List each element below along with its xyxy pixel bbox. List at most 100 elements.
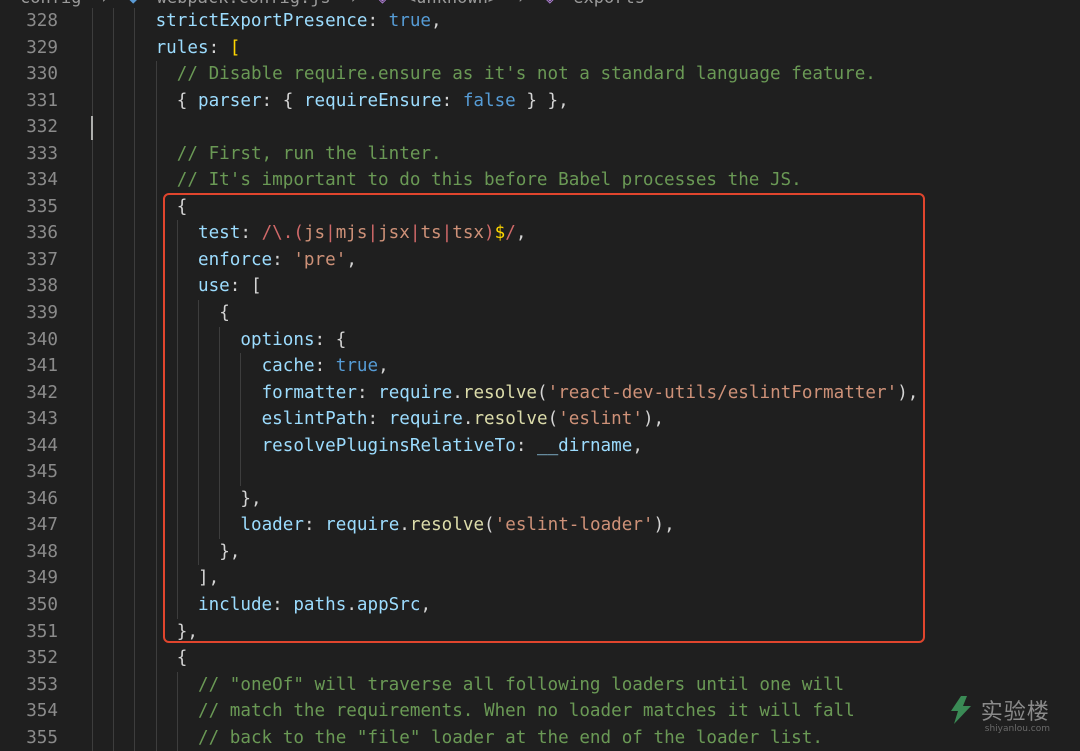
indent-guide [134, 220, 136, 247]
indent-guide [113, 671, 115, 699]
code-text: // match the requirements. When no loade… [198, 698, 855, 725]
code-line[interactable]: 331 { parser: { requireEnsure: false } }, [0, 87, 1080, 115]
indent-guide [92, 87, 93, 115]
indent-guide [134, 485, 136, 513]
indent-guide [113, 167, 115, 194]
watermark-url: shiyanlou.com [984, 724, 1050, 734]
breadcrumb-item-exports[interactable]: exports [573, 0, 645, 8]
indent-guide [134, 592, 136, 619]
indent-guide [113, 724, 115, 751]
indent-guide [92, 724, 93, 751]
indent-guide [113, 326, 115, 354]
indent-guide [134, 379, 136, 407]
breadcrumb-item-file[interactable]: webpack.config.js [157, 0, 331, 8]
indent-guide [155, 246, 157, 274]
code-line[interactable]: 328 strictExportPresence: true, [0, 8, 1080, 35]
indent-guide [176, 671, 178, 699]
indent-guide [155, 379, 157, 407]
code-line[interactable]: 354 // match the requirements. When no lo… [0, 698, 1080, 725]
indent-guide [134, 353, 136, 380]
line-number: 333 [26, 143, 58, 164]
indent-guide [155, 724, 157, 751]
indent-guide [155, 140, 157, 168]
code-token: // Disable require.ensure as it's not a … [176, 64, 876, 85]
code-line[interactable]: 334 // It's important to do this before B… [0, 167, 1080, 194]
indent-guide [155, 698, 157, 725]
indent-guide [92, 167, 93, 194]
line-number: 329 [26, 37, 58, 58]
breadcrumb-item-unknown[interactable]: <unknown> [406, 0, 498, 8]
code-token: // "oneOf" will traverse all following l… [198, 674, 845, 695]
breadcrumb-item-config[interactable]: config [20, 0, 81, 8]
code-token: [ [229, 37, 241, 58]
indent-guide [113, 432, 115, 460]
js-file-icon: ◆ [128, 0, 138, 8]
indent-guide [92, 246, 93, 274]
code-token: : [441, 90, 463, 111]
indent-guide [134, 565, 136, 593]
watermark-brand: 实验楼 [980, 700, 1050, 725]
indent-guide [113, 300, 115, 327]
code-line[interactable]: 333 // First, run the linter. [0, 140, 1080, 168]
code-token: false [462, 90, 516, 111]
indent-guide [92, 273, 93, 301]
code-line[interactable]: 330 // Disable require.ensure as it's not… [0, 61, 1080, 88]
indent-guide [155, 592, 157, 619]
indent-guide [113, 353, 115, 380]
line-number: 340 [26, 329, 58, 350]
indent-guide [113, 459, 115, 486]
code-token: // It's important to do this before Babe… [176, 170, 802, 191]
code-line[interactable]: 355 // back to the "file" loader at the e… [0, 724, 1080, 751]
code-token: // back to the "file" loader at the end … [198, 727, 823, 748]
indent-guide [134, 538, 136, 566]
indent-guide [92, 406, 93, 433]
indent-guide [134, 406, 136, 433]
indent-guide [113, 273, 115, 301]
indent-guide [134, 193, 136, 221]
code-token: { [176, 648, 188, 669]
watermark: 实验楼 shiyanlou.com [947, 694, 1050, 734]
indent-guide [134, 512, 136, 539]
symbol-icon: ◈ [377, 0, 387, 8]
code-line[interactable]: 332 [0, 114, 1080, 141]
indent-guide [113, 246, 115, 274]
indent-guide [155, 114, 157, 141]
code-line[interactable]: 352 { [0, 645, 1080, 672]
indent-guide [134, 87, 136, 115]
line-number: 336 [26, 223, 58, 244]
code-token: parser [197, 90, 262, 111]
line-number: 349 [26, 568, 58, 589]
line-number: 338 [26, 276, 58, 297]
indent-guide [155, 220, 157, 247]
code-line[interactable]: 329 rules: [ [0, 34, 1080, 62]
code-text: strictExportPresence: true, [156, 8, 442, 35]
indent-guide [134, 724, 136, 751]
code-token: rules [155, 37, 209, 58]
line-number: 354 [26, 701, 58, 722]
indent-guide [155, 406, 157, 433]
line-number: 334 [26, 170, 58, 191]
indent-guide [92, 220, 93, 247]
indent-guide [113, 379, 115, 407]
indent-guide [113, 592, 115, 619]
indent-guide [113, 698, 115, 725]
indent-guide [92, 61, 93, 88]
indent-guide [92, 459, 93, 486]
indent-guide [155, 326, 157, 354]
breadcrumb-separator-icon: › [349, 0, 359, 8]
code-line[interactable]: 353 // "oneOf" will traverse all followin… [0, 671, 1080, 699]
indent-guide [113, 8, 115, 35]
line-number: 331 [26, 90, 58, 111]
line-number: 341 [26, 356, 58, 377]
indent-guide [92, 645, 93, 672]
indent-guide [92, 432, 93, 460]
code-token: : [208, 37, 230, 58]
indent-guide [92, 300, 93, 327]
code-text: // It's important to do this before Babe… [177, 167, 802, 194]
indent-guide [92, 193, 93, 221]
indent-guide [155, 87, 157, 115]
indent-guide [92, 671, 93, 699]
indent-guide [113, 406, 115, 433]
indent-guide [155, 485, 157, 513]
indent-guide [155, 273, 157, 301]
